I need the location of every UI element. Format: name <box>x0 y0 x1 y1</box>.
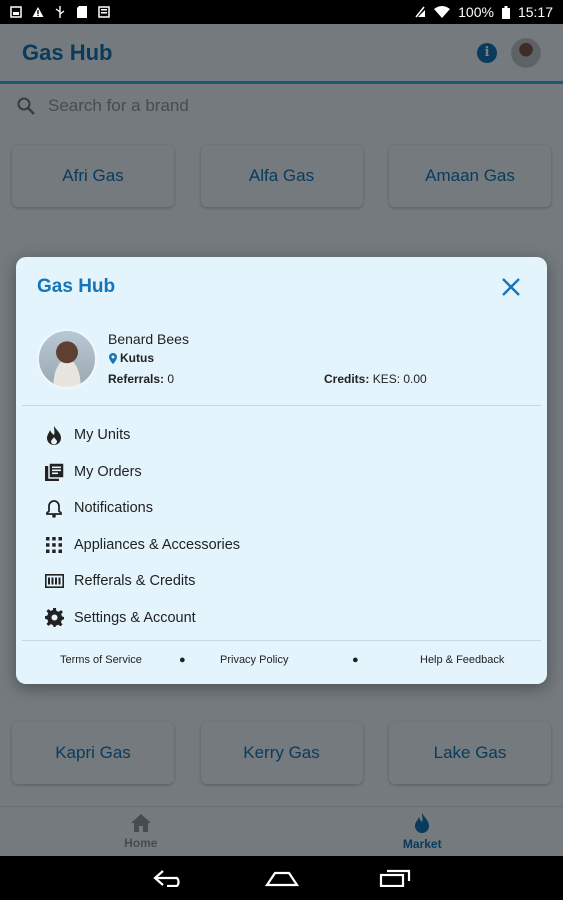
separator-dot: ● <box>179 654 186 666</box>
grid-icon <box>44 535 64 555</box>
battery-percent: 100% <box>458 4 494 20</box>
menu-item-label: Appliances & Accessories <box>74 536 241 553</box>
orders-icon <box>44 462 64 482</box>
dialog-header: Gas Hub <box>37 275 523 299</box>
avatar[interactable] <box>37 329 97 389</box>
separator-dot: ● <box>352 654 359 666</box>
terms-link[interactable]: Terms of Service <box>60 654 142 666</box>
divider <box>22 405 541 406</box>
no-signal-icon <box>415 6 426 18</box>
flame-icon <box>44 425 64 445</box>
status-right: 100% 15:17 <box>414 4 553 20</box>
warning-icon <box>32 7 44 17</box>
news-icon <box>98 6 110 18</box>
location-label: Kutus <box>120 351 154 365</box>
dialog-footer: Terms of Service ● Privacy Policy ● Help… <box>16 650 547 670</box>
profile-location: Kutus <box>109 351 154 365</box>
clock: 15:17 <box>517 4 553 20</box>
close-icon[interactable] <box>499 275 523 299</box>
menu-item-my-orders[interactable]: My Orders <box>44 454 524 491</box>
sd-card-icon <box>77 6 87 18</box>
status-bar: 100% 15:17 <box>0 0 563 24</box>
menu-item-label: My Units <box>74 427 131 444</box>
referrals-value: 0 <box>167 372 175 386</box>
referrals-label: Referrals: <box>108 372 165 386</box>
menu-item-settings[interactable]: Settings & Account <box>44 600 524 637</box>
menu-item-label: Refferals & Credits <box>74 573 196 590</box>
bell-icon <box>44 498 64 518</box>
menu-item-label: Settings & Account <box>74 609 196 626</box>
profile-summary: Benard Bees Kutus Referrals: 0 Credits: … <box>37 329 527 391</box>
menu-item-label: My Orders <box>74 463 142 480</box>
battery-icon <box>501 5 510 19</box>
menu-item-referrals-credits[interactable]: Refferals & Credits <box>44 563 524 600</box>
back-icon[interactable] <box>152 869 185 887</box>
privacy-link[interactable]: Privacy Policy <box>220 654 288 666</box>
menu-item-my-units[interactable]: My Units <box>44 417 524 454</box>
menu-item-label: Notifications <box>74 500 153 517</box>
screenshot-icon <box>10 6 22 18</box>
profile-name: Benard Bees <box>108 331 189 347</box>
recents-icon[interactable] <box>379 869 411 887</box>
usb-icon <box>55 6 65 18</box>
system-nav-bar <box>0 856 563 900</box>
help-link[interactable]: Help & Feedback <box>420 654 504 666</box>
credits-icon <box>44 571 64 591</box>
dialog-title: Gas Hub <box>37 276 116 297</box>
credits-info: Credits: KES: 0.00 <box>324 372 427 386</box>
referrals-info: Referrals: 0 <box>108 372 174 386</box>
divider <box>22 640 541 641</box>
wifi-icon <box>434 6 451 18</box>
location-pin-icon <box>109 352 117 364</box>
dialog-menu: My Units My Orders Notifications Applian… <box>44 417 524 636</box>
menu-dialog: Gas Hub Benard Bees Kutus Referrals: 0 C… <box>16 257 547 684</box>
menu-item-notifications[interactable]: Notifications <box>44 490 524 527</box>
credits-value: KES: 0.00 <box>372 372 427 386</box>
home-button-icon[interactable] <box>264 869 299 887</box>
status-left <box>10 6 110 18</box>
menu-item-appliances[interactable]: Appliances & Accessories <box>44 527 524 564</box>
credits-label: Credits: <box>324 372 370 386</box>
gear-icon <box>44 608 64 628</box>
